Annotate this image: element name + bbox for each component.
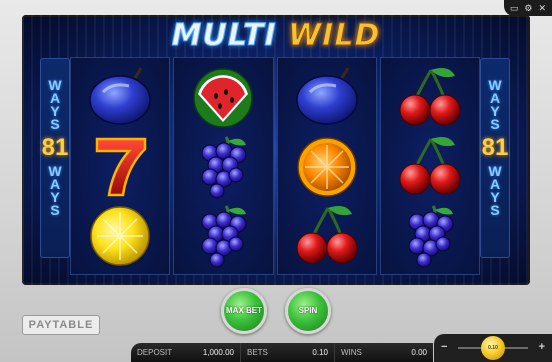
deposit-value: 1,000.00 [202,348,234,357]
window-controls: ▭ ⚙ ✕ [504,0,552,16]
ways-label-top: WAYS [488,78,501,132]
cherries-symbol [287,202,367,268]
ways-label-bottom: WAYS [488,164,501,218]
ways-label-top: WAYS [48,78,61,132]
close-icon[interactable]: ✕ [538,3,546,14]
seven-symbol [80,133,160,199]
ways-letter: S [50,202,60,218]
reel-2 [173,57,274,275]
bets-cell: BETS 0.10 [241,343,335,362]
bets-label: BETS [247,348,268,357]
orange-symbol [287,133,367,199]
ways-letter: S [490,202,500,218]
logo-wild: WILD [288,18,381,54]
ways-label-bottom: WAYS [48,164,61,218]
deposit-label: DEPOSIT [137,348,173,357]
ways-panel-left: WAYS 81 WAYS [40,58,70,258]
watermelon-symbol [183,64,263,130]
plum-symbol [287,64,367,130]
status-bar: DEPOSIT 1,000.00 BETS 0.10 WINS 0.00 [131,343,433,362]
wins-label: WINS [341,348,362,357]
logo-multi: MULTI [171,18,277,54]
reel-3 [276,57,377,275]
reels [70,57,480,275]
ways-letter: S [490,116,500,132]
cherries-symbol [390,64,470,130]
max-bet-button[interactable]: MAX BET [221,288,267,334]
bet-slider[interactable]: − 0.10 + [434,334,552,362]
reel-1 [70,57,171,275]
gear-icon[interactable]: ⚙ [524,3,532,14]
cherries-symbol [390,133,470,199]
bets-value: 0.10 [312,348,328,357]
deposit-cell: DEPOSIT 1,000.00 [131,343,241,362]
grapes-symbol [183,202,263,268]
ways-number: 81 [481,134,509,161]
wins-value: 0.00 [411,348,427,357]
bet-increase-button[interactable]: + [539,341,545,353]
grapes-symbol [183,133,263,199]
reel-4 [379,57,480,275]
lemon-symbol [80,202,160,268]
plum-symbol [80,64,160,130]
wins-cell: WINS 0.00 [335,343,433,362]
paytable-button[interactable]: PAYTABLE [22,315,100,335]
ways-panel-right: WAYS 81 WAYS [480,58,510,258]
bet-decrease-button[interactable]: − [441,341,447,353]
ways-letter: S [50,116,60,132]
grapes-symbol [390,202,470,268]
spin-button[interactable]: SPIN [285,288,331,334]
ways-number: 81 [41,134,69,161]
window-icon[interactable]: ▭ [510,3,519,14]
game-logo: MULTI WILD [0,18,552,54]
bet-slider-knob[interactable]: 0.10 [481,336,505,360]
